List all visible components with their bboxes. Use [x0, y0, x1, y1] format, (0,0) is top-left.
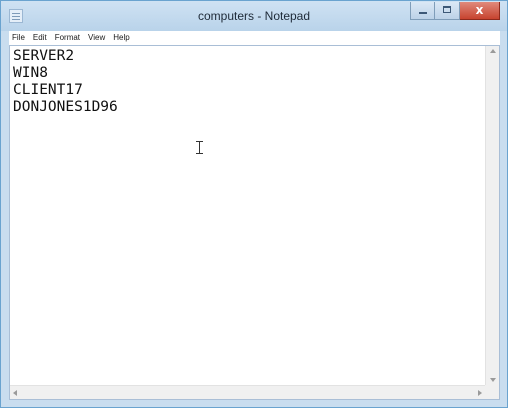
menu-format[interactable]: Format [51, 31, 84, 45]
vertical-scrollbar[interactable] [485, 46, 499, 385]
scrollbar-corner [485, 385, 499, 399]
text-editor[interactable]: SERVER2 WIN8 CLIENT17 DONJONES1D96 [9, 45, 500, 400]
text-cursor-icon [196, 141, 204, 154]
menu-bar: File Edit Format View Help [9, 31, 500, 45]
scroll-right-icon[interactable] [478, 390, 482, 396]
text-area[interactable]: SERVER2 WIN8 CLIENT17 DONJONES1D96 [10, 46, 485, 385]
text-line[interactable]: WIN8 [13, 65, 482, 82]
menu-help[interactable]: Help [109, 31, 133, 45]
text-line[interactable]: SERVER2 [13, 48, 482, 65]
close-button[interactable]: x [460, 2, 500, 20]
text-line[interactable]: CLIENT17 [13, 82, 482, 99]
minimize-button[interactable] [410, 2, 435, 20]
text-line[interactable]: DONJONES1D96 [13, 99, 482, 116]
maximize-button[interactable] [435, 2, 460, 20]
minimize-icon [419, 12, 427, 14]
menu-file[interactable]: File [9, 31, 29, 45]
maximize-icon [443, 6, 451, 13]
horizontal-scrollbar[interactable] [10, 385, 485, 399]
scroll-down-icon[interactable] [490, 378, 496, 382]
scroll-up-icon[interactable] [490, 49, 496, 53]
menu-view[interactable]: View [84, 31, 109, 45]
close-icon: x [475, 3, 484, 17]
menu-edit[interactable]: Edit [29, 31, 51, 45]
caption-buttons: x [410, 2, 500, 21]
title-bar[interactable]: computers - Notepad x [1, 1, 507, 31]
scroll-left-icon[interactable] [13, 390, 17, 396]
notepad-window: computers - Notepad x File Edit Format V… [0, 0, 508, 408]
